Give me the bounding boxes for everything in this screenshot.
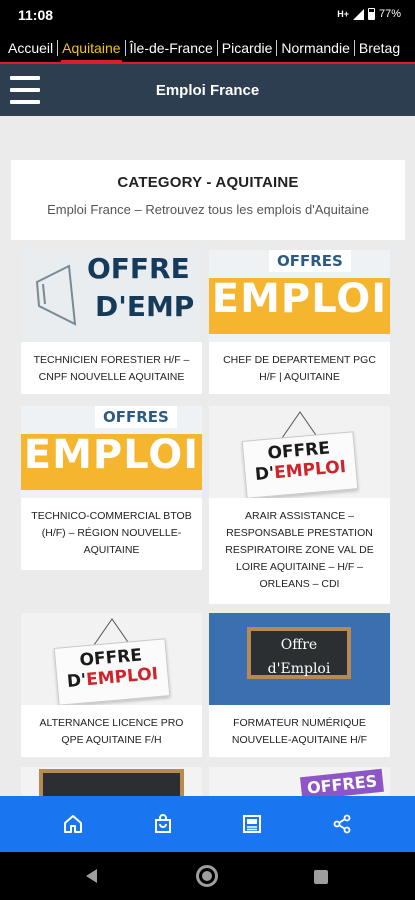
content-area[interactable]: CATEGORY - AQUITAINE Emploi France – Ret… — [0, 116, 415, 796]
status-bar: 11:08 H+ 77% — [0, 0, 415, 32]
post-card[interactable]: OFFRES EMPLOI CHEF DE DEPARTEMENT PGC H/… — [209, 250, 390, 394]
back-icon[interactable] — [86, 869, 97, 883]
status-icons: H+ 77% — [337, 8, 401, 20]
network-type: H+ — [337, 9, 349, 19]
post-card[interactable]: OFFRE D'EMP TECHNICIEN FORESTIER H/F – C… — [21, 250, 202, 394]
chalkboard — [39, 769, 184, 796]
share-icon[interactable] — [330, 812, 354, 836]
system-navigation-bar — [0, 852, 415, 900]
post-thumbnail[interactable]: OFFRE D'EMP — [21, 250, 202, 342]
recent-apps-icon[interactable] — [314, 870, 328, 884]
thumb-text: OFFRE — [87, 252, 190, 285]
tab-ile-de-france[interactable]: Île-de-France — [127, 32, 216, 64]
battery-level: 77% — [378, 8, 401, 20]
tab-normandie[interactable]: Normandie — [278, 32, 352, 64]
status-time: 11:08 — [18, 7, 54, 23]
thumb-text: D'EMP — [95, 290, 195, 323]
app-title: Emploi France — [155, 82, 260, 99]
post-thumbnail[interactable]: OFFRE D'EMPLOI — [21, 613, 202, 705]
thumb-text: D' — [65, 670, 87, 692]
tab-divider — [216, 40, 218, 56]
post-thumbnail[interactable]: OFFRE D'EMPLOI — [209, 406, 390, 498]
tab-divider — [276, 40, 278, 56]
home-icon[interactable] — [61, 812, 85, 836]
post-thumbnail[interactable] — [21, 767, 202, 796]
thumb-text: OFFRES — [95, 406, 177, 428]
tab-bretagne[interactable]: Bretag — [356, 32, 403, 64]
thumb-text: EMPLOI — [211, 276, 388, 322]
post-caption[interactable]: CHEF DE DEPARTEMENT PGC H/F | AQUITAINE — [209, 342, 390, 394]
post-caption[interactable]: FORMATEUR NUMÉRIQUE NOUVELLE-AQUITAINE H… — [209, 705, 390, 757]
category-header-card: CATEGORY - AQUITAINE Emploi France – Ret… — [11, 160, 405, 240]
newspaper-icon[interactable] — [240, 812, 264, 836]
post-card[interactable]: OFFRES — [209, 767, 390, 796]
category-tab-bar: Accueil Aquitaine Île-de-France Picardie… — [0, 32, 415, 64]
sign-board: OFFRE D'EMPLOI — [53, 638, 170, 705]
post-caption[interactable]: ARAIR ASSISTANCE – RESPONSABLE PRESTATIO… — [209, 498, 390, 604]
post-card[interactable]: OFFRE D'EMPLOI ARAIR ASSISTANCE – RESPON… — [209, 406, 390, 604]
category-title: CATEGORY - AQUITAINE — [117, 174, 299, 191]
post-thumbnail[interactable]: OFFRES — [209, 767, 390, 796]
tab-divider — [57, 40, 59, 56]
post-thumbnail[interactable]: OFFRES EMPLOI — [21, 406, 202, 498]
post-card[interactable] — [21, 767, 202, 796]
tab-picardie[interactable]: Picardie — [219, 32, 276, 64]
post-thumbnail[interactable]: Offre d'Emploi — [209, 613, 390, 705]
thumb-text: D' — [253, 463, 275, 485]
thumb-text: OFFRES — [269, 250, 351, 272]
thumb-text: EMPLOI — [23, 432, 200, 478]
post-caption[interactable]: ALTERNANCE LICENCE PRO QPE AQUITAINE F/H — [21, 705, 202, 757]
battery-icon — [367, 8, 375, 20]
post-card[interactable]: OFFRES EMPLOI TECHNICO-COMMERCIAL BTOB (… — [21, 406, 202, 570]
bottom-navigation — [0, 796, 415, 852]
signal-icon — [352, 8, 364, 20]
tab-divider — [124, 40, 126, 56]
category-subtitle: Emploi France – Retrouvez tous les emplo… — [47, 202, 369, 217]
thumb-text: Offre — [280, 637, 318, 653]
app-header: Emploi France — [0, 64, 415, 116]
thumb-text: d'Emploi — [267, 661, 331, 677]
sign-board: OFFRE D'EMPLOI — [241, 431, 358, 498]
tab-accueil[interactable]: Accueil — [5, 32, 56, 64]
post-caption[interactable]: TECHNICO-COMMERCIAL BTOB (H/F) – RÉGION … — [21, 498, 202, 570]
home-button-icon[interactable] — [196, 865, 218, 887]
shopping-bag-icon[interactable] — [151, 812, 175, 836]
thumb-text: OFFRES — [300, 768, 385, 796]
megaphone-icon — [35, 264, 77, 326]
post-caption[interactable]: TECHNICIEN FORESTIER H/F – CNPF NOUVELLE… — [21, 342, 202, 394]
post-thumbnail[interactable]: OFFRES EMPLOI — [209, 250, 390, 342]
tab-divider — [353, 40, 355, 56]
post-card[interactable]: OFFRE D'EMPLOI ALTERNANCE LICENCE PRO QP… — [21, 613, 202, 757]
tab-aquitaine[interactable]: Aquitaine — [59, 32, 123, 64]
post-card[interactable]: Offre d'Emploi FORMATEUR NUMÉRIQUE NOUVE… — [209, 613, 390, 757]
chalkboard: Offre d'Emploi — [247, 627, 351, 679]
